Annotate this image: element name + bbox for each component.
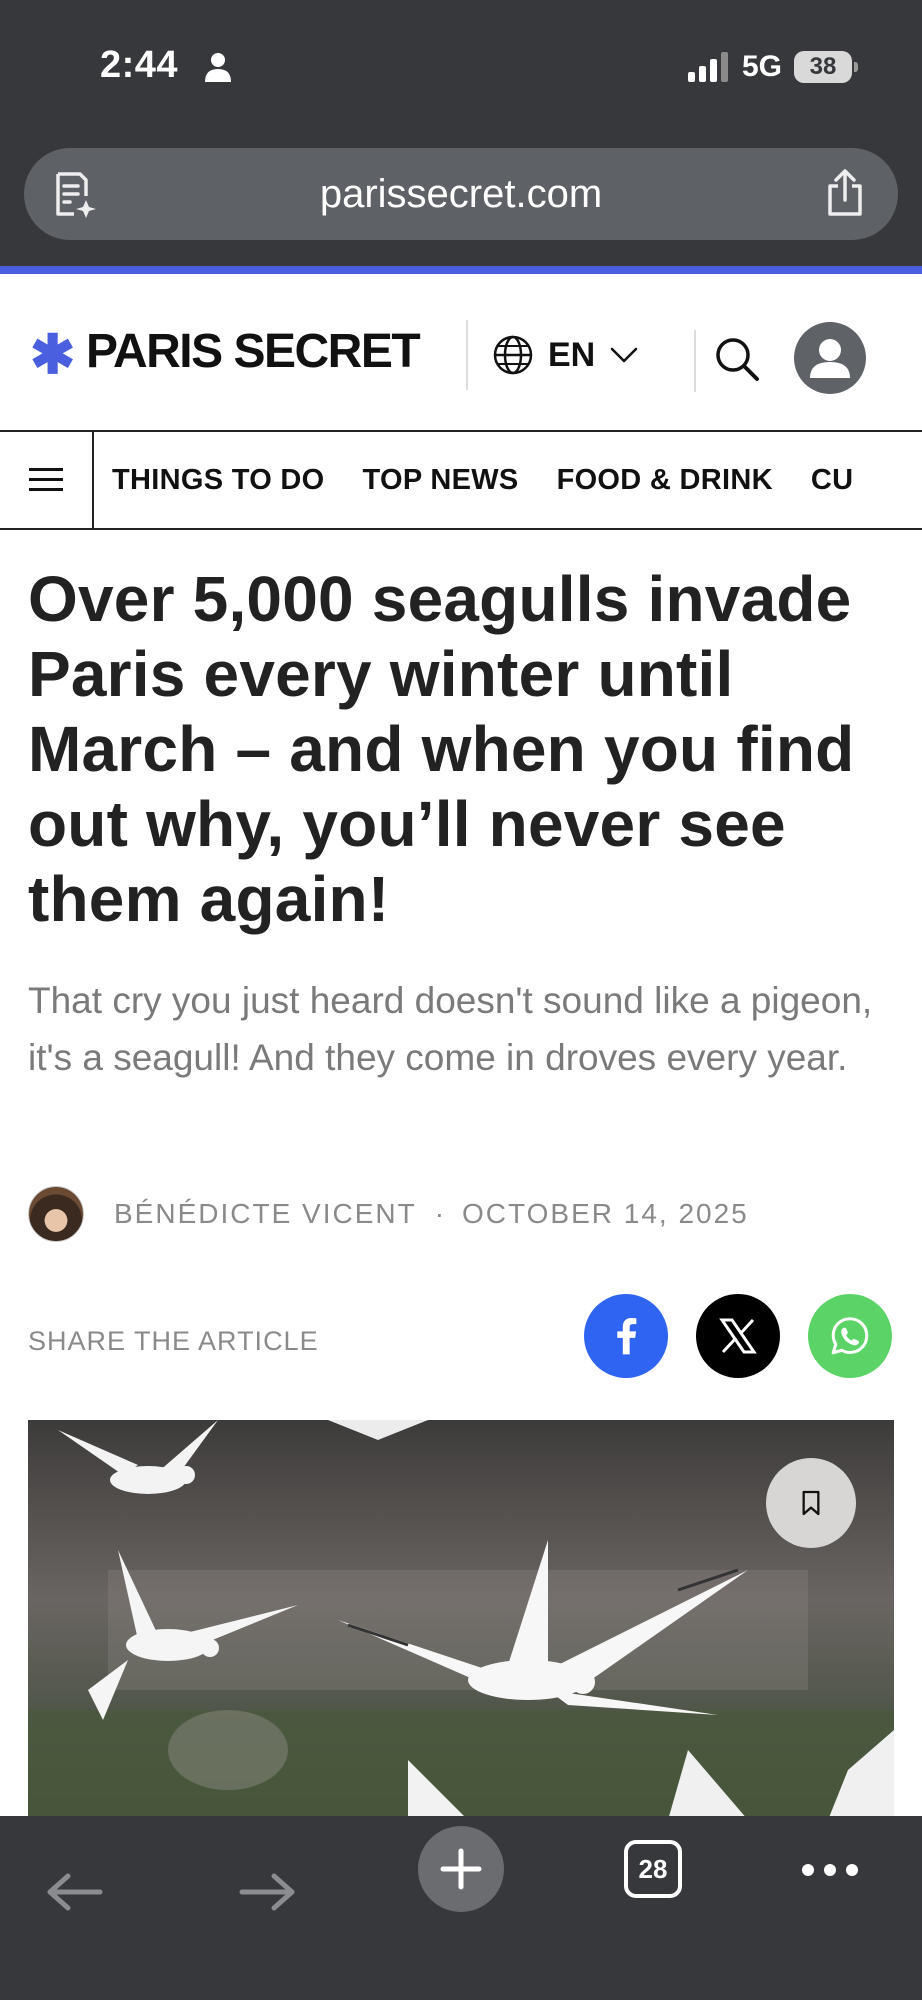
new-tab-button[interactable] — [418, 1826, 504, 1912]
bookmark-button[interactable] — [766, 1458, 856, 1548]
forward-icon[interactable] — [238, 1872, 298, 1912]
author-avatar[interactable] — [28, 1186, 84, 1242]
category-nav: THINGS TO DO TOP NEWS FOOD & DRINK CU — [0, 432, 922, 530]
new-tab-icon — [440, 1848, 482, 1890]
language-selector[interactable]: EN — [492, 334, 639, 376]
signal-icon — [687, 52, 728, 82]
tab-count: 28 — [638, 1853, 668, 1884]
nav-item-top-news[interactable]: TOP NEWS — [363, 464, 519, 497]
site-logo[interactable]: PARIS SECRET — [86, 324, 421, 379]
battery-indicator: 38 — [794, 51, 858, 83]
browser-top-bar: 2:44 5G 38 parissecret.com — [0, 0, 922, 266]
person-icon — [205, 53, 231, 82]
byline: BÉNÉDICTE VICENT · OCTOBER 14, 2025 — [28, 1186, 749, 1242]
divider — [466, 320, 468, 390]
byline-separator: · — [434, 1198, 445, 1229]
status-time: 2:44 — [100, 44, 179, 86]
publish-date: OCTOBER 14, 2025 — [462, 1198, 749, 1229]
bookmark-icon — [802, 1490, 820, 1516]
network-type: 5G — [741, 50, 782, 83]
logo-star-icon[interactable]: ✱ — [30, 328, 75, 382]
globe-icon — [493, 335, 533, 375]
url-text[interactable]: parissecret.com — [24, 172, 898, 217]
whatsapp-icon — [831, 1317, 869, 1355]
x-icon — [719, 1318, 757, 1354]
nav-items: THINGS TO DO TOP NEWS FOOD & DRINK CU — [112, 432, 853, 528]
language-label: EN — [548, 335, 596, 374]
nav-item-things-to-do[interactable]: THINGS TO DO — [112, 464, 325, 497]
status-indicators: 5G 38 — [687, 50, 858, 84]
menu-button[interactable] — [0, 432, 94, 528]
account-button[interactable] — [794, 322, 866, 394]
page-load-progress — [0, 266, 922, 274]
share-whatsapp-button[interactable] — [808, 1294, 892, 1378]
share-x-button[interactable] — [696, 1294, 780, 1378]
seagulls-photo — [28, 1420, 894, 1820]
user-icon — [810, 339, 850, 378]
share-label: SHARE THE ARTICLE — [28, 1326, 319, 1356]
article-hero-image[interactable] — [28, 1420, 894, 1820]
back-icon[interactable] — [44, 1872, 104, 1912]
search-icon[interactable] — [712, 334, 762, 384]
article-subheadline: That cry you just heard doesn't sound li… — [28, 980, 873, 1078]
hamburger-icon — [29, 468, 63, 491]
author-name[interactable]: BÉNÉDICTE VICENT — [114, 1198, 417, 1230]
chevron-down-icon — [610, 347, 638, 363]
share-facebook-button[interactable] — [584, 1294, 668, 1378]
tabs-button[interactable]: 28 — [624, 1840, 682, 1898]
nav-item-food-drink[interactable]: FOOD & DRINK — [557, 464, 773, 497]
site-header: ✱ PARIS SECRET EN — [0, 274, 922, 432]
share-icon[interactable] — [822, 168, 868, 218]
facebook-icon — [617, 1317, 637, 1355]
article-headline: Over 5,000 seagulls invade Paris every w… — [28, 563, 855, 935]
url-bar[interactable]: parissecret.com — [24, 148, 898, 240]
more-icon[interactable] — [800, 1860, 860, 1880]
browser-bottom-toolbar: 28 — [0, 1816, 922, 2000]
nav-item-culture[interactable]: CU — [811, 464, 854, 497]
divider — [694, 330, 696, 392]
